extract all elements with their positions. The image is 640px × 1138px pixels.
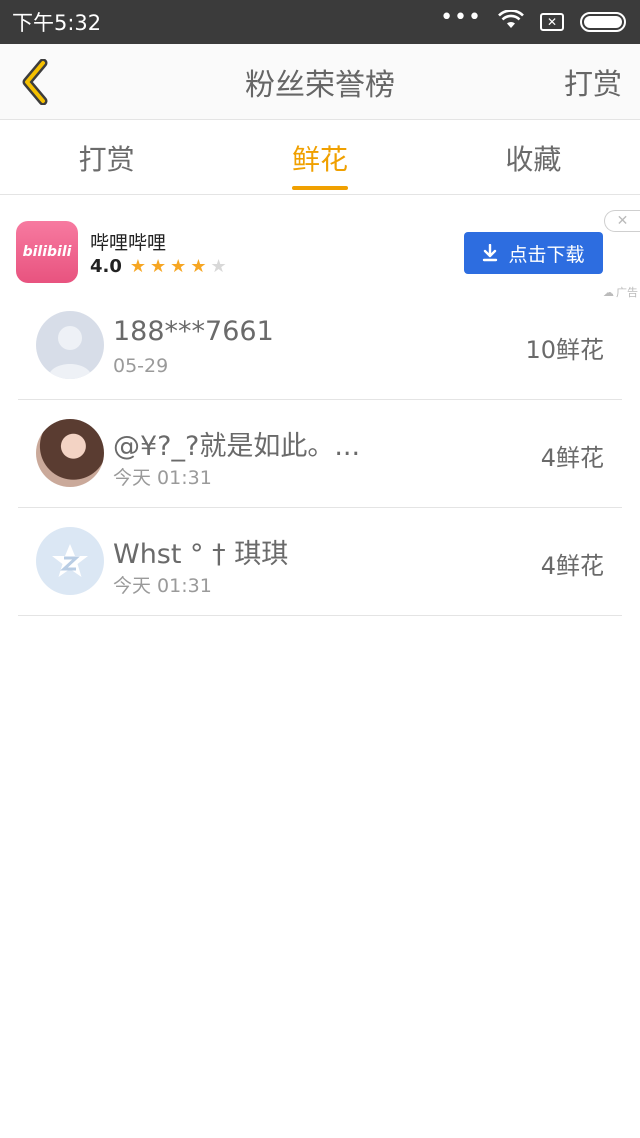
tab-favorites[interactable]: 收藏	[427, 121, 640, 194]
fan-time: 今天 01:31	[113, 467, 212, 489]
star-icon: ★	[150, 255, 167, 277]
rating-score: 4.0	[90, 256, 122, 277]
header: 粉丝荣誉榜 打赏	[0, 44, 640, 120]
fan-name: Whst ° † 琪琪	[113, 539, 289, 570]
star-icon: ★	[129, 255, 147, 277]
qq-avatar-icon	[36, 527, 104, 595]
tab-reward[interactable]: 打赏	[0, 121, 213, 194]
tab-label: 打赏	[78, 142, 135, 176]
fan-list: 188***7661 05-29 10鲜花 @¥?_?就是如此。... 今天 0…	[18, 292, 622, 616]
more-dots-icon: •••	[440, 5, 482, 30]
ad-app-name: 哔哩哔哩	[90, 232, 167, 254]
star-icon: ★	[170, 255, 187, 277]
tab-flowers[interactable]: 鲜花	[213, 121, 426, 194]
wifi-icon	[498, 9, 524, 34]
star-empty-icon: ★	[210, 255, 227, 277]
star-icon: ★	[190, 255, 207, 277]
avatar	[36, 419, 104, 487]
fan-time: 05-29	[113, 355, 169, 377]
ad-banner[interactable]: bilibili 哔哩哔哩 4.0 ★ ★ ★ ★ ★ 点击下载 ✕ ☁ 广告	[0, 196, 640, 300]
active-tab-indicator	[291, 186, 348, 190]
list-item[interactable]: Whst ° † 琪琪 今天 01:31 4鲜花	[18, 508, 622, 616]
flower-count: 10鲜花	[525, 336, 604, 364]
flower-count: 4鲜花	[540, 444, 604, 472]
ad-rating: 4.0 ★ ★ ★ ★ ★	[90, 256, 227, 277]
reward-button[interactable]: 打赏	[564, 44, 622, 120]
list-item[interactable]: @¥?_?就是如此。... 今天 01:31 4鲜花	[18, 400, 622, 508]
fan-name: @¥?_?就是如此。...	[113, 431, 361, 462]
list-item[interactable]: 188***7661 05-29 10鲜花	[18, 292, 622, 400]
download-icon	[483, 244, 498, 262]
battery-icon	[580, 12, 626, 32]
download-button[interactable]: 点击下载	[464, 232, 603, 274]
sim-icon: ✕	[540, 13, 564, 31]
page-title: 粉丝荣誉榜	[245, 68, 395, 103]
download-label: 点击下载	[508, 243, 585, 266]
status-time: 下午5:32	[12, 11, 102, 35]
default-avatar-icon	[36, 311, 104, 379]
status-icons: ••• ✕	[440, 5, 626, 34]
flower-count: 4鲜花	[540, 552, 604, 580]
tab-label: 鲜花	[291, 142, 348, 176]
battery-fill	[584, 16, 622, 28]
fan-name: 188***7661	[113, 316, 274, 347]
status-bar: 下午5:32 ••• ✕	[0, 0, 640, 44]
fan-time: 今天 01:31	[113, 575, 212, 597]
tab-label: 收藏	[505, 142, 562, 176]
app-icon: bilibili	[16, 221, 78, 283]
tab-bar: 打赏 鲜花 收藏	[0, 121, 640, 195]
close-icon[interactable]: ✕	[604, 210, 640, 232]
